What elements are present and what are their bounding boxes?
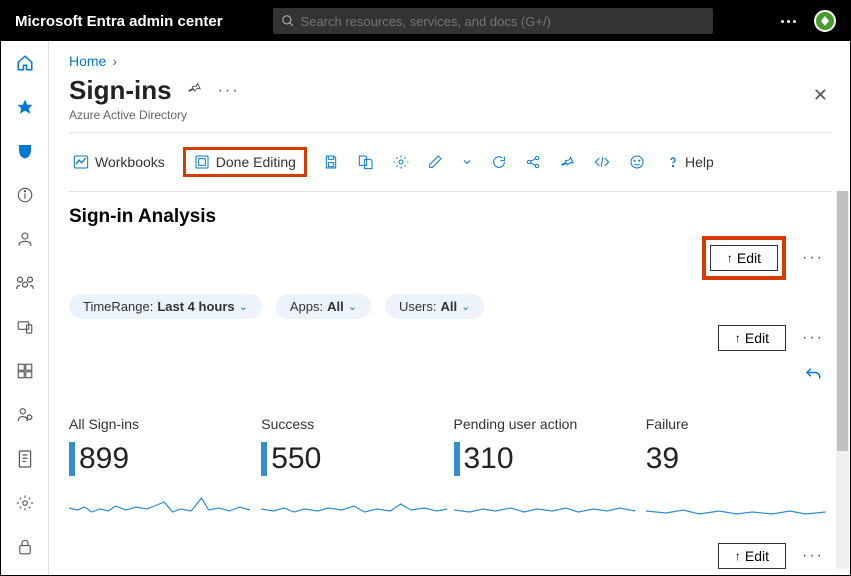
sparkline bbox=[261, 490, 447, 520]
page-title: Sign-ins bbox=[69, 75, 172, 106]
accent-bar bbox=[69, 442, 75, 476]
title-bar: Sign-ins ··· bbox=[69, 75, 832, 106]
done-editing-button[interactable]: Done Editing bbox=[183, 147, 307, 177]
favorites-icon[interactable] bbox=[15, 97, 35, 117]
save-as-icon[interactable] bbox=[355, 150, 377, 174]
card-failure: Failure 39 bbox=[646, 416, 832, 525]
filters-row: TimeRange: Last 4 hours ⌄ Apps: All ⌄ Us… bbox=[69, 294, 832, 319]
sparkline bbox=[454, 490, 640, 520]
groups-icon[interactable] bbox=[15, 273, 35, 293]
section-title: Sign-in Analysis bbox=[69, 206, 832, 228]
search-box[interactable] bbox=[273, 8, 713, 34]
top-right-controls bbox=[781, 10, 836, 32]
workbooks-button[interactable]: Workbooks bbox=[69, 150, 169, 174]
edit-button-3[interactable]: ↑Edit bbox=[718, 543, 786, 569]
page-subtitle: Azure Active Directory bbox=[69, 108, 832, 122]
up-arrow-icon: ↑ bbox=[735, 331, 741, 345]
done-editing-label: Done Editing bbox=[216, 154, 296, 170]
edit-button-2[interactable]: ↑Edit bbox=[718, 325, 786, 351]
close-button[interactable]: ✕ bbox=[813, 85, 828, 106]
up-arrow-icon: ↑ bbox=[735, 549, 741, 563]
workbooks-label: Workbooks bbox=[95, 154, 165, 170]
share-icon[interactable] bbox=[523, 150, 543, 174]
users-icon[interactable] bbox=[15, 229, 35, 249]
feedback-icon[interactable] bbox=[627, 150, 647, 174]
identity-icon[interactable] bbox=[15, 141, 35, 161]
apps-icon[interactable] bbox=[15, 361, 35, 381]
sparkline bbox=[69, 490, 255, 520]
chevron-down-icon: ⌄ bbox=[239, 300, 248, 313]
accent-bar bbox=[454, 442, 460, 476]
breadcrumb: Home › bbox=[69, 53, 832, 69]
help-label: Help bbox=[685, 154, 714, 170]
top-bar: Microsoft Entra admin center bbox=[1, 1, 850, 41]
toolbar: Workbooks Done Editing Help bbox=[69, 143, 832, 181]
search-icon bbox=[281, 14, 295, 28]
more-icon[interactable] bbox=[781, 20, 796, 23]
title-more-icon[interactable]: ··· bbox=[216, 82, 242, 100]
main-content: ✕ Home › Sign-ins ··· Azure Active Direc… bbox=[49, 41, 850, 575]
edit-highlight: ↑Edit bbox=[702, 236, 786, 280]
card-success: Success 550 bbox=[261, 416, 447, 525]
row-more-icon[interactable]: ··· bbox=[800, 547, 826, 565]
pin-icon[interactable] bbox=[186, 80, 202, 101]
settings-icon[interactable] bbox=[15, 493, 35, 513]
devices-icon[interactable] bbox=[15, 317, 35, 337]
metric-cards: All Sign-ins 899 Success 550 Pending use… bbox=[69, 416, 832, 525]
edit-button-1[interactable]: ↑Edit bbox=[710, 245, 778, 271]
chevron-down-icon[interactable] bbox=[459, 152, 475, 172]
help-button[interactable]: Help bbox=[661, 150, 718, 174]
lock-icon[interactable] bbox=[15, 537, 35, 557]
undo-button[interactable] bbox=[69, 365, 832, 388]
search-input[interactable] bbox=[301, 14, 705, 29]
save-icon[interactable] bbox=[321, 150, 341, 174]
info-icon[interactable] bbox=[15, 185, 35, 205]
edit-pencil-icon[interactable] bbox=[425, 150, 445, 174]
avatar[interactable] bbox=[814, 10, 836, 32]
gear-icon[interactable] bbox=[391, 150, 411, 174]
code-icon[interactable] bbox=[591, 150, 613, 174]
breadcrumb-home[interactable]: Home bbox=[69, 53, 106, 69]
card-all-signins: All Sign-ins 899 bbox=[69, 416, 255, 525]
row-more-icon[interactable]: ··· bbox=[800, 249, 826, 267]
pin-toolbar-icon[interactable] bbox=[557, 150, 577, 174]
chevron-down-icon: ⌄ bbox=[348, 300, 357, 313]
billing-icon[interactable] bbox=[15, 449, 35, 469]
edit-row-2: ↑Edit ··· bbox=[69, 325, 826, 351]
scrollbar[interactable] bbox=[836, 191, 849, 569]
up-arrow-icon: ↑ bbox=[727, 251, 733, 265]
edit-row-1: ↑Edit ··· bbox=[69, 236, 826, 280]
sparkline bbox=[646, 490, 832, 520]
left-sidebar bbox=[1, 41, 49, 575]
chevron-right-icon: › bbox=[112, 53, 117, 69]
card-pending: Pending user action 310 bbox=[454, 416, 640, 525]
chevron-down-icon: ⌄ bbox=[461, 300, 470, 313]
done-editing-icon bbox=[194, 154, 210, 170]
scrollbar-thumb[interactable] bbox=[837, 191, 848, 451]
brand-label: Microsoft Entra admin center bbox=[15, 13, 223, 30]
roles-icon[interactable] bbox=[15, 405, 35, 425]
refresh-icon[interactable] bbox=[489, 150, 509, 174]
edit-row-3: ↑Edit ··· bbox=[69, 543, 826, 569]
timerange-filter[interactable]: TimeRange: Last 4 hours ⌄ bbox=[69, 294, 262, 319]
apps-filter[interactable]: Apps: All ⌄ bbox=[276, 294, 371, 319]
help-icon bbox=[665, 154, 681, 170]
home-icon[interactable] bbox=[15, 53, 35, 73]
row-more-icon[interactable]: ··· bbox=[800, 329, 826, 347]
users-filter[interactable]: Users: All ⌄ bbox=[385, 294, 484, 319]
accent-bar bbox=[261, 442, 267, 476]
